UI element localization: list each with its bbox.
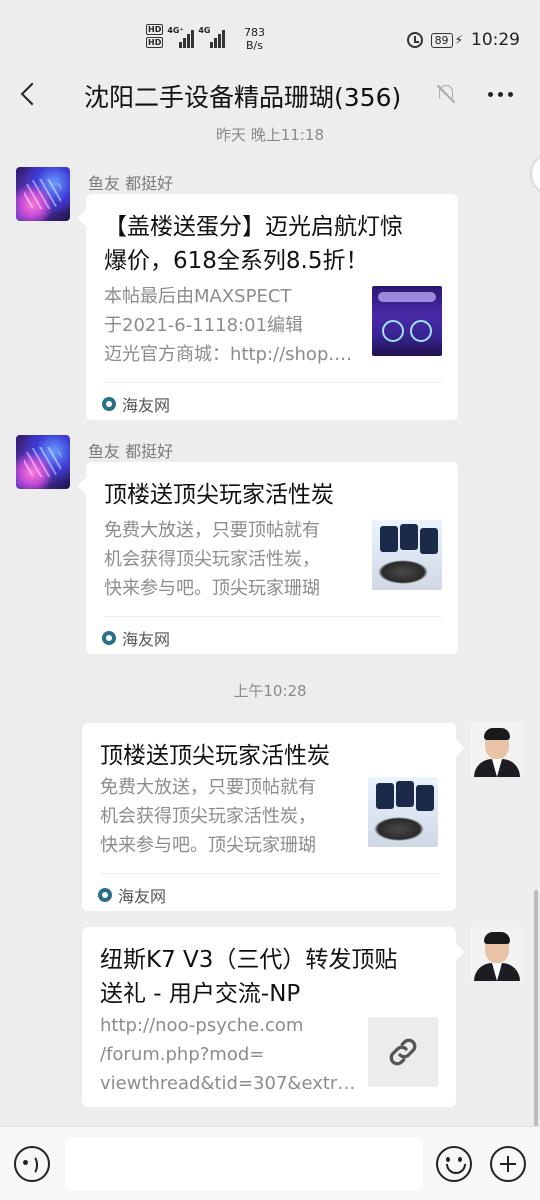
- speed-value: 783: [244, 26, 265, 39]
- back-arrow-icon[interactable]: [16, 80, 46, 110]
- haiyou-logo-icon: [98, 888, 112, 902]
- hd-badges: HD HD: [146, 24, 164, 48]
- floating-edge-tab[interactable]: [532, 154, 540, 194]
- card-source-name: 海友网: [122, 396, 171, 415]
- hd-badge: HD: [146, 24, 164, 35]
- avatar[interactable]: [16, 435, 70, 489]
- card-desc-line: 本帖最后由MAXSPECT: [104, 286, 292, 307]
- signal-icon: 4G: [198, 26, 226, 48]
- card-thumbnail: [368, 777, 438, 847]
- card-divider: [104, 382, 442, 383]
- card-title-line: 送礼 - 用户交流-NP: [100, 981, 301, 1007]
- link-card[interactable]: 纽斯K7 V3（三代）转发顶贴 送礼 - 用户交流-NP http://noo-…: [82, 927, 456, 1107]
- link-card[interactable]: 顶楼送顶尖玩家活性炭 免费大放送，只要顶帖就有 机会获得顶尖玩家活性炭， 快来参…: [82, 723, 456, 911]
- card-desc-line: 于2021-6-1118:01编辑: [104, 315, 304, 336]
- network-label: 4G: [198, 26, 211, 35]
- clock: 10:29: [471, 30, 520, 50]
- haiyou-logo-icon: [102, 397, 116, 411]
- status-bar: HD HD 4G⁺ 4G 783 B/s 89 ⚡ 10:29: [0, 0, 540, 62]
- status-right: 89 ⚡ 10:29: [406, 30, 520, 50]
- scrollbar[interactable]: [534, 890, 538, 1126]
- card-description: http://noo-psyche.com /forum.php?mod= vi…: [100, 1011, 358, 1098]
- card-title: 【盖楼送蛋分】迈光启航灯惊 爆价，618全系列8.5折！: [104, 210, 444, 278]
- chat-header: 沈阳二手设备精品珊瑚(356): [0, 62, 540, 128]
- card-title-line: 顶楼送顶尖玩家活性炭: [104, 482, 334, 508]
- plus-icon[interactable]: [490, 1146, 526, 1182]
- card-desc-line: viewthread&tid=307&extra=page: [100, 1073, 358, 1094]
- card-title-line: 【盖楼送蛋分】迈光启航灯惊: [104, 214, 403, 240]
- card-title-line: 爆价，618全系列8.5折！: [104, 248, 369, 274]
- more-dots-icon[interactable]: [488, 92, 513, 97]
- card-source: 海友网: [98, 883, 166, 907]
- network-label: 4G⁺: [167, 26, 184, 35]
- card-description: 免费大放送，只要顶帖就有 机会获得顶尖玩家活性炭， 快来参与吧。顶尖玩家珊瑚: [104, 516, 362, 603]
- card-divider: [100, 873, 440, 874]
- battery-level: 89: [430, 32, 453, 48]
- card-desc-line: 免费大放送，只要顶帖就有: [104, 520, 320, 541]
- signal-icon: 4G⁺: [167, 26, 195, 48]
- card-desc-line: 快来参与吧。顶尖玩家珊瑚: [104, 578, 320, 599]
- card-title-line: 顶楼送顶尖玩家活性炭: [100, 743, 330, 769]
- card-desc-line: 机会获得顶尖玩家活性炭，: [100, 806, 316, 827]
- avatar[interactable]: [470, 723, 524, 777]
- link-icon: [368, 1017, 438, 1087]
- charging-icon: ⚡: [454, 33, 463, 47]
- speed-unit: B/s: [246, 39, 263, 52]
- card-divider: [104, 616, 442, 617]
- card-thumbnail: [372, 520, 442, 590]
- sender-name: 鱼友 都挺好: [88, 174, 174, 193]
- card-title-line: 纽斯K7 V3（三代）转发顶贴: [100, 947, 398, 973]
- voice-icon[interactable]: [14, 1146, 50, 1182]
- mute-bell-icon: [436, 84, 456, 104]
- card-thumbnail: [372, 286, 442, 356]
- card-source-name: 海友网: [122, 630, 171, 649]
- card-title: 纽斯K7 V3（三代）转发顶贴 送礼 - 用户交流-NP: [100, 943, 440, 1011]
- card-desc-line: 免费大放送，只要顶帖就有: [100, 777, 316, 798]
- chat-title[interactable]: 沈阳二手设备精品珊瑚(356): [84, 78, 401, 114]
- haiyou-logo-icon: [102, 631, 116, 645]
- card-desc-line: 迈光官方商城：http://shop.maxspect.com: [104, 344, 362, 365]
- card-desc-line: 快来参与吧。顶尖玩家珊瑚: [100, 835, 316, 856]
- link-card[interactable]: 【盖楼送蛋分】迈光启航灯惊 爆价，618全系列8.5折！ 本帖最后由MAXSPE…: [86, 194, 458, 420]
- message-timestamp: 昨天 晚上11:18: [216, 126, 324, 144]
- avatar[interactable]: [470, 927, 524, 981]
- link-card[interactable]: 顶楼送顶尖玩家活性炭 免费大放送，只要顶帖就有 机会获得顶尖玩家活性炭， 快来参…: [86, 462, 458, 654]
- card-title: 顶楼送顶尖玩家活性炭: [104, 478, 444, 512]
- card-source: 海友网: [102, 392, 170, 416]
- card-desc-line: http://noo-psyche.com: [100, 1015, 304, 1036]
- sender-name: 鱼友 都挺好: [88, 442, 174, 461]
- hd-badge: HD: [146, 37, 164, 48]
- input-bar: [0, 1126, 540, 1200]
- card-source-name: 海友网: [118, 887, 167, 906]
- card-title: 顶楼送顶尖玩家活性炭: [100, 739, 440, 773]
- alarm-icon: [406, 32, 423, 48]
- network-speed: 783 B/s: [244, 26, 265, 52]
- message-input[interactable]: [66, 1137, 422, 1191]
- card-source: 海友网: [102, 626, 170, 650]
- card-desc-line: 机会获得顶尖玩家活性炭，: [104, 549, 320, 570]
- card-description: 免费大放送，只要顶帖就有 机会获得顶尖玩家活性炭， 快来参与吧。顶尖玩家珊瑚: [100, 773, 358, 860]
- emoji-icon[interactable]: [436, 1146, 472, 1182]
- network-indicators: HD HD 4G⁺ 4G: [146, 24, 226, 48]
- message-timestamp: 上午10:28: [233, 682, 307, 700]
- avatar[interactable]: [16, 167, 70, 221]
- card-description: 本帖最后由MAXSPECT 于2021-6-1118:01编辑 迈光官方商城：h…: [104, 282, 362, 369]
- card-desc-line: /forum.php?mod=: [100, 1044, 265, 1065]
